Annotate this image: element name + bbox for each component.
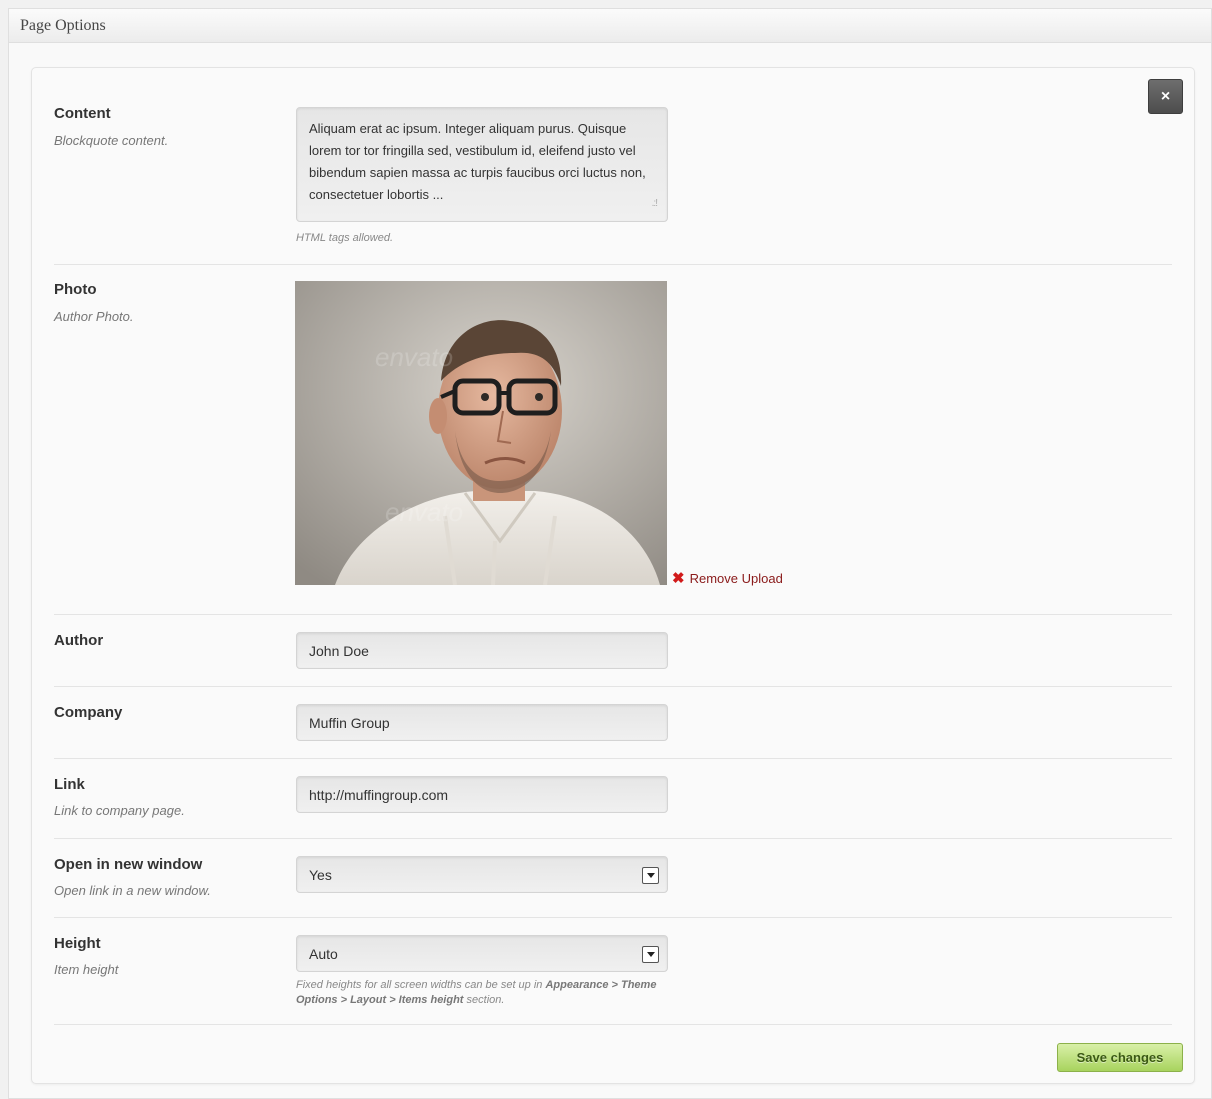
save-changes-button[interactable]: Save changes (1057, 1043, 1183, 1072)
page-options-metabox: Page Options × Content Blockquote conten… (8, 8, 1212, 1099)
remove-x-icon: ✖ (672, 570, 685, 587)
author-row: Author John Doe (54, 615, 1172, 687)
chevron-down-icon (642, 946, 659, 963)
height-desc: Item height (54, 962, 119, 977)
metabox-title: Page Options (9, 9, 1211, 43)
company-value: Muffin Group (309, 714, 390, 731)
close-icon: × (1160, 87, 1171, 105)
new-window-desc: Open link in a new window. (54, 883, 211, 898)
remove-upload-label: Remove Upload (689, 571, 783, 586)
new-window-row: Open in new window Open link in a new wi… (54, 839, 1172, 918)
content-desc: Blockquote content. (54, 133, 169, 148)
author-photo: envato envato (295, 281, 667, 585)
content-textarea[interactable]: Aliquam erat ac ipsum. Integer aliquam p… (296, 107, 668, 222)
resize-grip-icon[interactable]: .:! (652, 193, 658, 215)
divider (54, 1024, 1172, 1025)
options-panel: × Content Blockquote content. Aliquam er… (31, 67, 1195, 1084)
author-photo-image: envato envato (295, 281, 667, 585)
height-hint-prefix: Fixed heights for all screen widths can … (296, 979, 543, 991)
remove-upload-link[interactable]: ✖ Remove Upload (672, 571, 783, 586)
watermark-text: envato (385, 497, 463, 527)
height-hint: Fixed heights for all screen widths can … (296, 978, 676, 1008)
watermark-text: envato (375, 342, 453, 372)
height-hint-suffix: section. (466, 994, 505, 1006)
author-value: John Doe (309, 642, 369, 659)
link-desc: Link to company page. (54, 803, 185, 818)
height-row: Height Item height Auto Fixed heights fo… (54, 918, 1172, 1025)
author-input[interactable]: John Doe (296, 632, 668, 669)
photo-desc: Author Photo. (54, 309, 134, 324)
link-row: Link Link to company page. http://muffin… (54, 759, 1172, 839)
photo-row: Photo Author Photo. envato envato ✖ Remo… (54, 265, 1172, 615)
new-window-select[interactable]: Yes (296, 856, 668, 893)
height-label: Height (54, 935, 101, 952)
content-hint: HTML tags allowed. (296, 232, 394, 244)
height-select[interactable]: Auto (296, 935, 668, 972)
photo-label: Photo (54, 281, 97, 298)
chevron-down-icon (642, 867, 659, 884)
author-label: Author (54, 632, 104, 649)
company-label: Company (54, 704, 123, 721)
link-input[interactable]: http://muffingroup.com (296, 776, 668, 813)
content-label: Content (54, 105, 111, 122)
content-row: Content Blockquote content. Aliquam erat… (54, 105, 1172, 265)
company-input[interactable]: Muffin Group (296, 704, 668, 741)
content-text: Aliquam erat ac ipsum. Integer aliquam p… (309, 121, 646, 202)
link-value: http://muffingroup.com (309, 786, 449, 803)
height-value: Auto (309, 945, 338, 962)
company-row: Company Muffin Group (54, 687, 1172, 759)
new-window-label: Open in new window (54, 856, 203, 873)
new-window-value: Yes (309, 866, 332, 883)
link-label: Link (54, 776, 85, 793)
